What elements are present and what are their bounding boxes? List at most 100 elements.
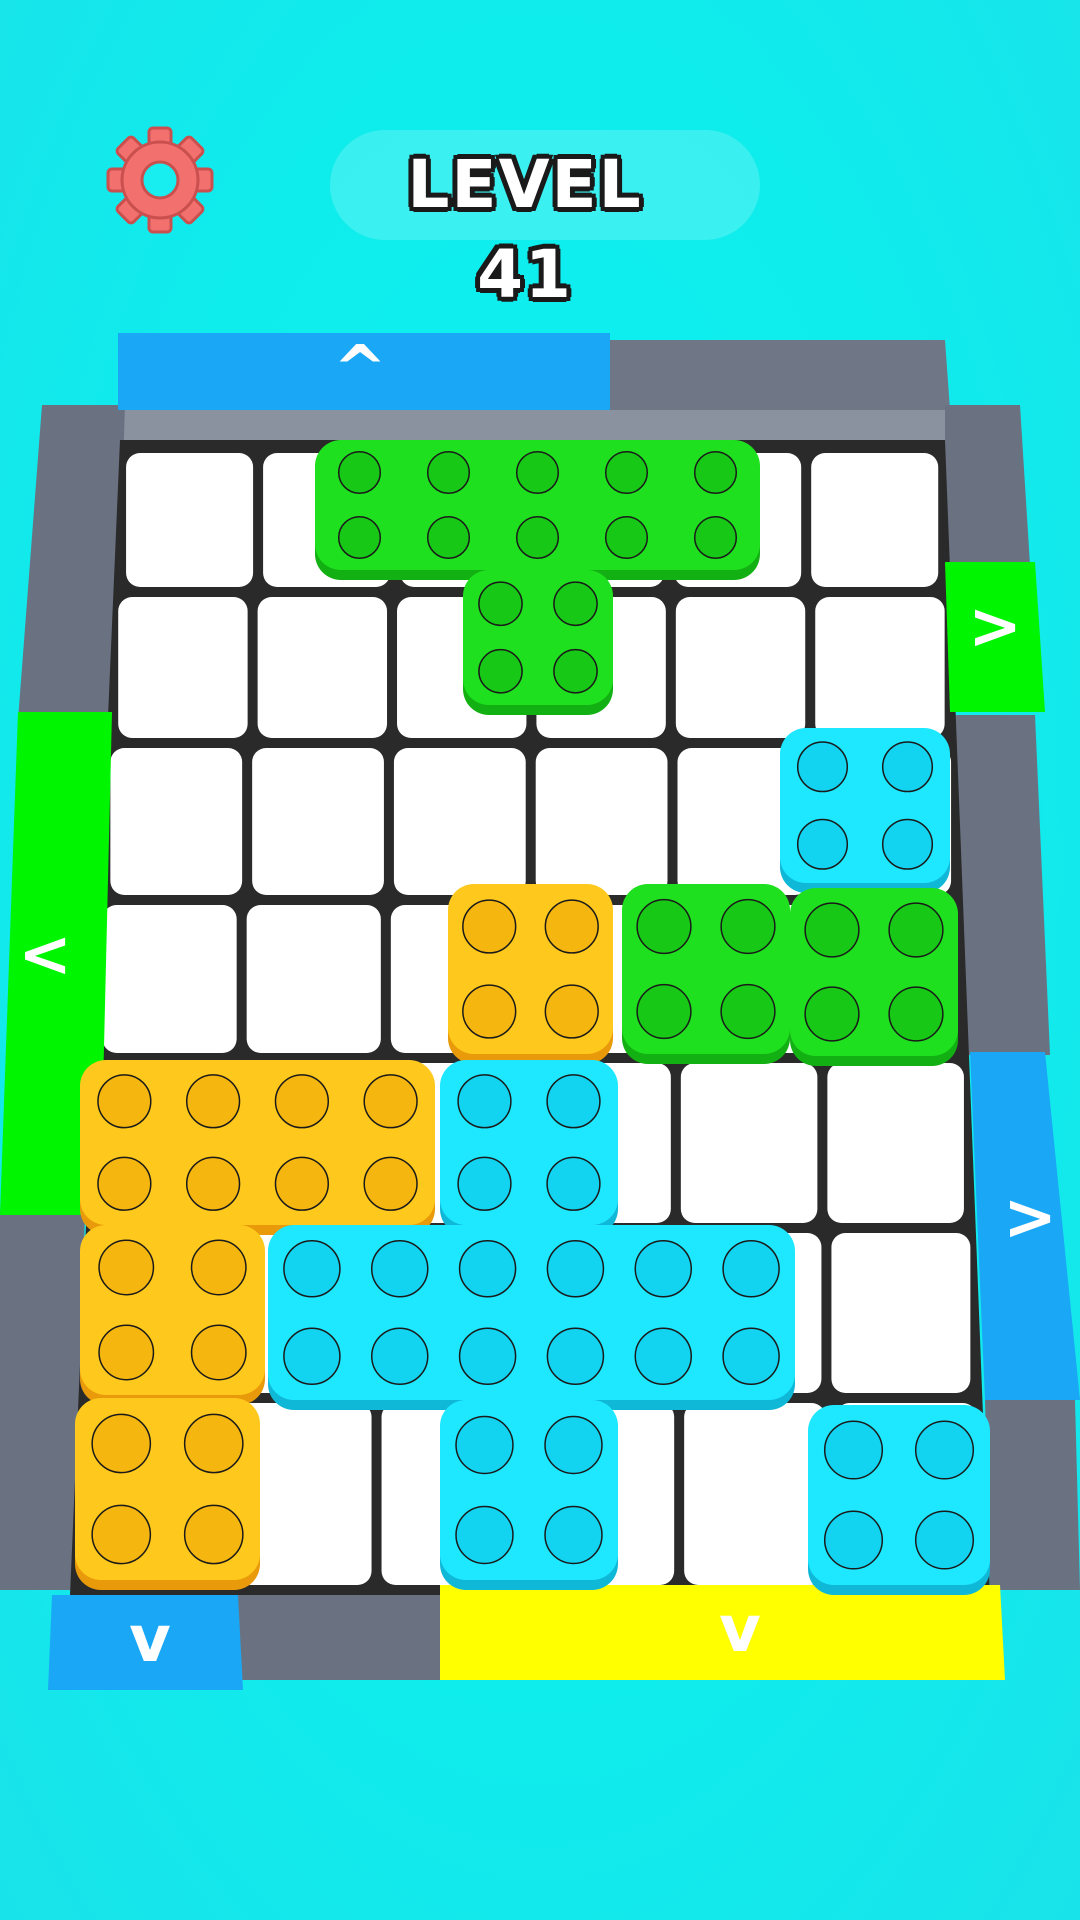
green-block[interactable] [622,884,790,1064]
wall-top-face [110,410,950,440]
grid-cell [110,748,243,895]
bottom-left-gate[interactable]: v [48,1595,243,1690]
gate-arrow-down-icon: v [719,1593,761,1667]
block-stud [796,818,849,870]
gate-arrow-left-icon: < [18,918,72,992]
block-stud [478,581,523,627]
block-stud [97,1074,152,1129]
block-stud [693,515,738,560]
grid-cell [393,748,526,895]
grid-cell [535,748,668,895]
block-stud [720,983,776,1040]
block-stud [544,899,599,954]
block-stud [546,1327,605,1385]
block-stud [553,648,598,694]
block-stud [888,986,944,1042]
yellow-block[interactable] [75,1398,260,1590]
block-stud [274,1156,330,1211]
block-stud [722,1327,780,1385]
wall-top [608,340,950,410]
block-stud [604,515,649,560]
grid-cell [680,1063,818,1223]
block-stud [98,1324,155,1381]
block-stud [881,818,934,870]
block-stud [553,581,598,627]
wall-left-upper [18,405,125,720]
block-stud [914,1420,975,1480]
block-stud [796,741,849,793]
cyan-block[interactable] [808,1405,990,1595]
block-stud [804,986,860,1042]
wall-bottom [238,1595,440,1680]
gate-arrow-right-icon: > [968,590,1022,664]
grid-cell [257,597,388,738]
block-stud [720,898,776,955]
grid-cell [102,905,237,1053]
cyan-block[interactable] [780,728,950,893]
block-stud [185,1156,241,1211]
wall-right-lower [985,1400,1080,1590]
block-stud [183,1504,244,1565]
block-stud [462,899,517,954]
wall-right-upper [945,405,1030,565]
block-stud [458,1240,517,1298]
block-stud [457,1156,512,1211]
grid-cell [252,748,384,895]
block-stud [185,1074,241,1129]
block-stud [546,1074,601,1129]
block-stud [458,1327,517,1385]
block-stud [190,1239,247,1296]
gate-arrow-down-icon: v [129,1603,171,1677]
block-stud [457,1074,512,1129]
block-stud [91,1413,152,1474]
block-stud [190,1324,247,1381]
grid-cell [827,1063,964,1223]
block-stud [544,1415,603,1475]
gate-arrow-up-icon: ^ [333,333,387,407]
block-stud [426,515,471,560]
block-stud [363,1156,418,1211]
block-stud [634,1327,692,1385]
bottom-right-gate[interactable]: v [440,1585,1005,1680]
block-stud [363,1074,418,1129]
block-stud [636,983,692,1040]
block-stud [881,741,934,793]
block-stud [478,648,523,694]
block-stud [544,1505,603,1565]
block-stud [462,984,517,1039]
grid-cell [831,1233,971,1393]
grid-cell [246,905,381,1053]
block-stud [544,984,599,1039]
block-stud [91,1504,152,1565]
grid-cell [126,453,254,587]
block-stud [823,1420,884,1480]
block-stud [634,1240,692,1298]
block-stud [888,902,944,958]
wall-left-lower [0,1210,85,1590]
block-stud [371,1327,429,1385]
block-stud [274,1074,330,1129]
grid-cell [811,453,939,587]
block-stud [546,1156,601,1211]
block-stud [515,515,560,560]
right-lower-gate[interactable]: > [970,1052,1080,1400]
block-stud [98,1239,155,1296]
block-stud [914,1510,975,1570]
block-stud [283,1240,341,1298]
block-stud [546,1240,605,1298]
block-stud [337,515,382,560]
grid-cell [684,1403,826,1585]
gate-arrow-right-icon: > [1003,1181,1057,1255]
block-stud [455,1415,514,1475]
grid-cell [675,597,806,738]
block-top [268,1225,795,1400]
block-stud [283,1327,341,1385]
right-upper-gate[interactable]: > [945,562,1045,712]
top-left-gate[interactable]: ^ [118,333,610,410]
green-block[interactable] [790,888,958,1066]
block-stud [426,450,471,495]
block-stud [455,1505,514,1565]
block-stud [337,450,382,495]
yellow-block[interactable] [448,884,613,1064]
block-stud [636,898,692,955]
